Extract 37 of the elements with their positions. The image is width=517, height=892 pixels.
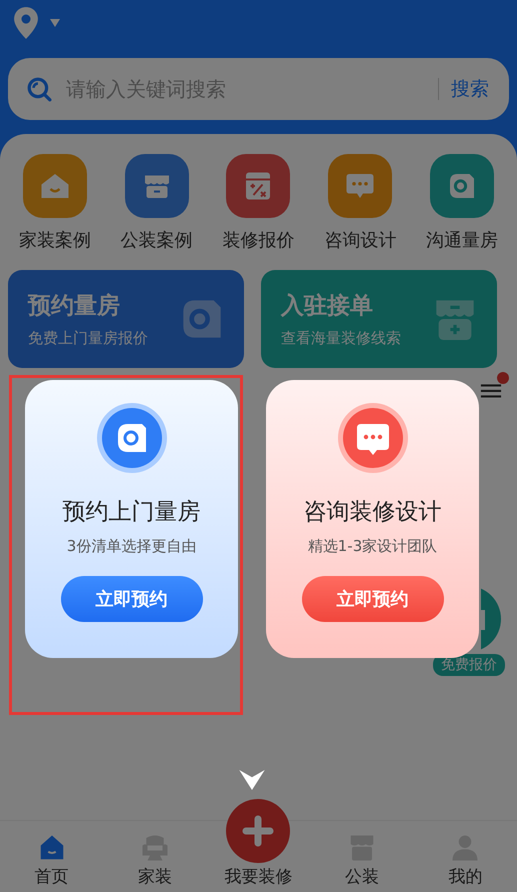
card-subtitle: 精选1-3家设计团队 (308, 537, 438, 556)
service-card[interactable]: 预约上门量房 3份清单选择更自由 立即预约 (25, 380, 238, 658)
shortcut-button[interactable] (226, 154, 290, 218)
shortcut-button[interactable] (22, 154, 87, 218)
nav-tab[interactable]: 公装 (316, 833, 407, 888)
chat-bubble-icon (336, 402, 408, 474)
banner-title: 预约量房 (28, 292, 121, 321)
shortcut-label: 装修报价 (222, 229, 294, 252)
shortcut-label: 公装案例 (120, 229, 193, 252)
search-button[interactable]: 搜索 (451, 76, 489, 102)
nav-tab[interactable]: 家装 (110, 833, 200, 888)
service-card[interactable]: 咨询装修设计 精选1-3家设计团队 立即预约 (266, 380, 479, 658)
shortcut-label: 咨询设计 (324, 229, 396, 252)
nav-tab[interactable]: 我的 (420, 833, 510, 888)
shortcut-button[interactable] (124, 154, 189, 218)
shortcut-button[interactable] (328, 154, 392, 218)
promo-banner[interactable]: 预约量房 免费上门量房报价 (8, 270, 244, 368)
tape-measure-icon (96, 402, 168, 474)
nav-tab[interactable]: 我要装修 (213, 799, 304, 888)
location-pin-icon[interactable] (12, 6, 40, 40)
card-subtitle: 3份清单选择更自由 (66, 537, 196, 556)
dropdown-caret-icon[interactable] (50, 19, 60, 27)
collapse-icon[interactable] (239, 770, 265, 790)
book-now-button[interactable]: 立即预约 (60, 576, 202, 622)
shortcut-label: 家装案例 (18, 229, 91, 252)
nav-tab[interactable]: 首页 (6, 833, 97, 888)
sofa-icon (140, 833, 170, 863)
banner-title: 入驻接单 (281, 292, 374, 321)
card-title: 预约上门量房 (62, 498, 200, 527)
user-icon (450, 833, 480, 863)
banner-subtitle: 免费上门量房报价 (28, 329, 148, 348)
shortcut-button[interactable] (430, 154, 494, 218)
search-icon (26, 76, 52, 102)
shortcut-label: 沟通量房 (426, 229, 498, 252)
banner-subtitle: 查看海量装修线索 (281, 329, 401, 348)
card-title: 咨询装修设计 (304, 498, 442, 527)
book-now-button[interactable]: 立即预约 (302, 576, 444, 622)
